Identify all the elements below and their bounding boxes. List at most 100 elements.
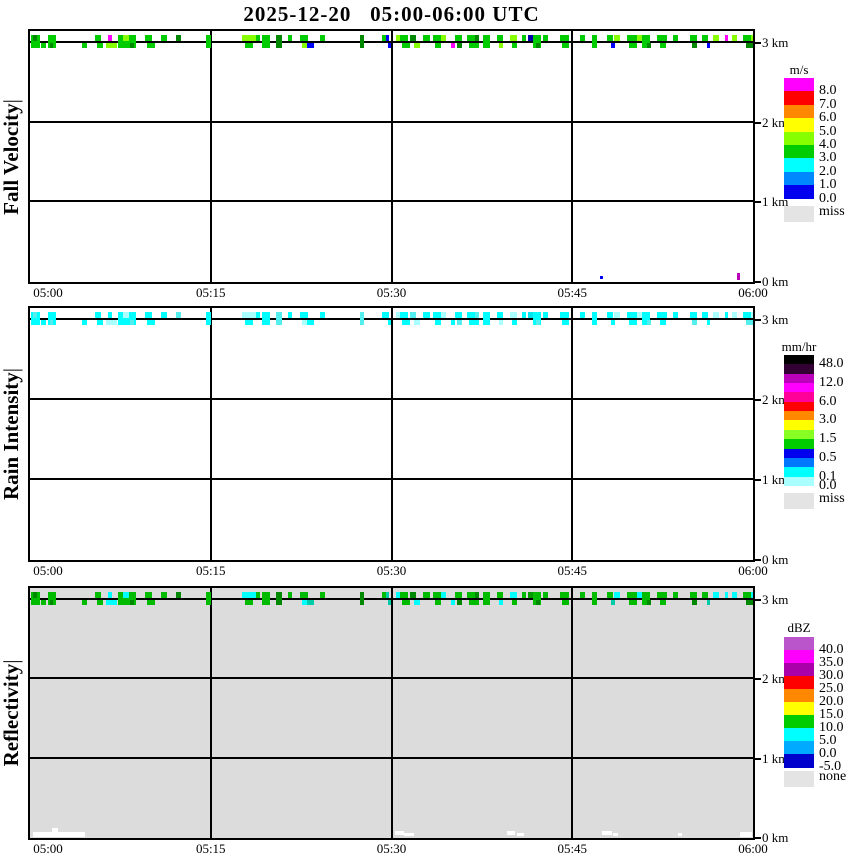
echo-cell	[123, 312, 129, 318]
echo-cell	[469, 43, 479, 48]
colorbar-title: mm/hr	[781, 339, 817, 354]
echo-cell	[206, 35, 211, 48]
echo-cell	[441, 592, 446, 598]
colorbar-tick-label: 48.0	[819, 356, 844, 372]
echo-cell	[245, 320, 253, 325]
axis-tick	[755, 399, 761, 401]
echo-cell	[522, 312, 526, 318]
echo-cell	[262, 592, 270, 605]
echo-cell	[657, 312, 667, 318]
plot-area-2	[28, 586, 755, 840]
echo-cell	[614, 35, 620, 41]
echo-cell	[441, 35, 446, 41]
colorbar-block	[784, 145, 814, 159]
echo-cell	[614, 592, 620, 598]
echo-cell	[262, 312, 270, 325]
echo-cell	[106, 320, 117, 325]
floor-cell	[613, 833, 618, 836]
echo-cell	[95, 592, 101, 598]
echo-cell	[543, 35, 548, 41]
echo-cell	[746, 320, 753, 325]
echo-cell	[433, 592, 441, 598]
echo-cell	[388, 320, 391, 325]
colorbar-miss-block	[784, 771, 814, 787]
echo-cell	[607, 592, 613, 598]
echo-cell	[702, 312, 708, 318]
gridline-v	[571, 588, 574, 838]
echo-cell	[386, 312, 389, 318]
gridline-v	[571, 31, 574, 282]
echo-cell	[320, 592, 325, 598]
echo-cell	[562, 320, 569, 325]
echo-cell	[607, 35, 613, 41]
echo-cell	[536, 600, 540, 605]
echo-cell	[262, 35, 270, 48]
echo-cell	[657, 35, 667, 41]
echo-cell	[161, 35, 167, 41]
floor-cell	[737, 273, 740, 280]
x-tick-label: 05:45	[557, 563, 588, 578]
echo-cell	[580, 592, 585, 598]
colorbar-block	[784, 476, 814, 487]
echo-cell	[50, 43, 53, 48]
echo-cell	[147, 600, 155, 605]
axis-label-bar: |	[0, 368, 23, 373]
echo-cell	[97, 43, 103, 48]
y-tick-label: 3 km	[762, 312, 789, 327]
colorbar-miss-label: miss	[819, 203, 845, 219]
x-tick-label: 06:00	[738, 563, 768, 578]
axis-tick	[755, 281, 761, 283]
echo-cell	[145, 35, 152, 41]
echo-cell	[702, 592, 708, 598]
echo-cell	[614, 312, 620, 318]
echo-cell	[423, 35, 430, 41]
echo-cell	[707, 43, 710, 48]
echo-cell	[123, 35, 129, 41]
echo-cell	[457, 320, 462, 325]
gridline-v	[390, 588, 393, 838]
colorbar-miss-block	[784, 205, 814, 222]
echo-cell	[147, 320, 155, 325]
x-tick-label: 05:45	[557, 841, 588, 856]
floor-cell	[404, 833, 414, 836]
echo-cell	[414, 320, 420, 325]
echo-cell	[702, 35, 708, 41]
echo-cell	[580, 35, 585, 41]
echo-cell	[97, 320, 103, 325]
echo-cell	[41, 320, 46, 325]
echo-cell	[388, 600, 391, 605]
colorbar-block	[784, 715, 814, 729]
echo-cell	[360, 312, 364, 325]
x-tick-label: 05:00	[33, 563, 63, 578]
echo-cell	[627, 35, 637, 41]
axis-label-rain-intensity: Rain Intensity|	[0, 294, 24, 574]
echo-cell	[451, 320, 455, 325]
echo-cell	[288, 312, 292, 318]
echo-cell	[580, 312, 585, 318]
echo-cell	[147, 43, 155, 48]
echo-cell	[560, 312, 569, 318]
echo-cell	[690, 312, 697, 318]
echo-cell	[483, 312, 490, 325]
echo-cell	[660, 43, 666, 48]
echo-cell	[400, 312, 408, 318]
echo-cell	[543, 592, 548, 598]
echo-cell	[522, 592, 526, 598]
echo-cell	[300, 592, 308, 598]
echo-cell	[307, 43, 314, 48]
colorbar-block	[784, 104, 814, 119]
echo-cell	[106, 43, 117, 48]
echo-cell	[410, 592, 416, 598]
echo-cell	[276, 592, 282, 605]
mrr-quicklook-chart: 2025-12-20 05:00-06:00 UTC 0 km 1 km 2 km 3…	[0, 0, 850, 868]
echo-cell	[82, 600, 87, 605]
echo-cell	[50, 600, 53, 605]
echo-cell	[562, 600, 569, 605]
echo-cell	[256, 35, 260, 41]
colorbar-block	[784, 702, 814, 716]
echo-cell	[400, 35, 408, 41]
axis-label-text: Fall Velocity	[0, 102, 23, 215]
chart-title: 2025-12-20 05:00-06:00 UTC	[243, 2, 540, 26]
plot-area-0	[28, 29, 755, 284]
axis-label-bar: |	[0, 659, 23, 664]
